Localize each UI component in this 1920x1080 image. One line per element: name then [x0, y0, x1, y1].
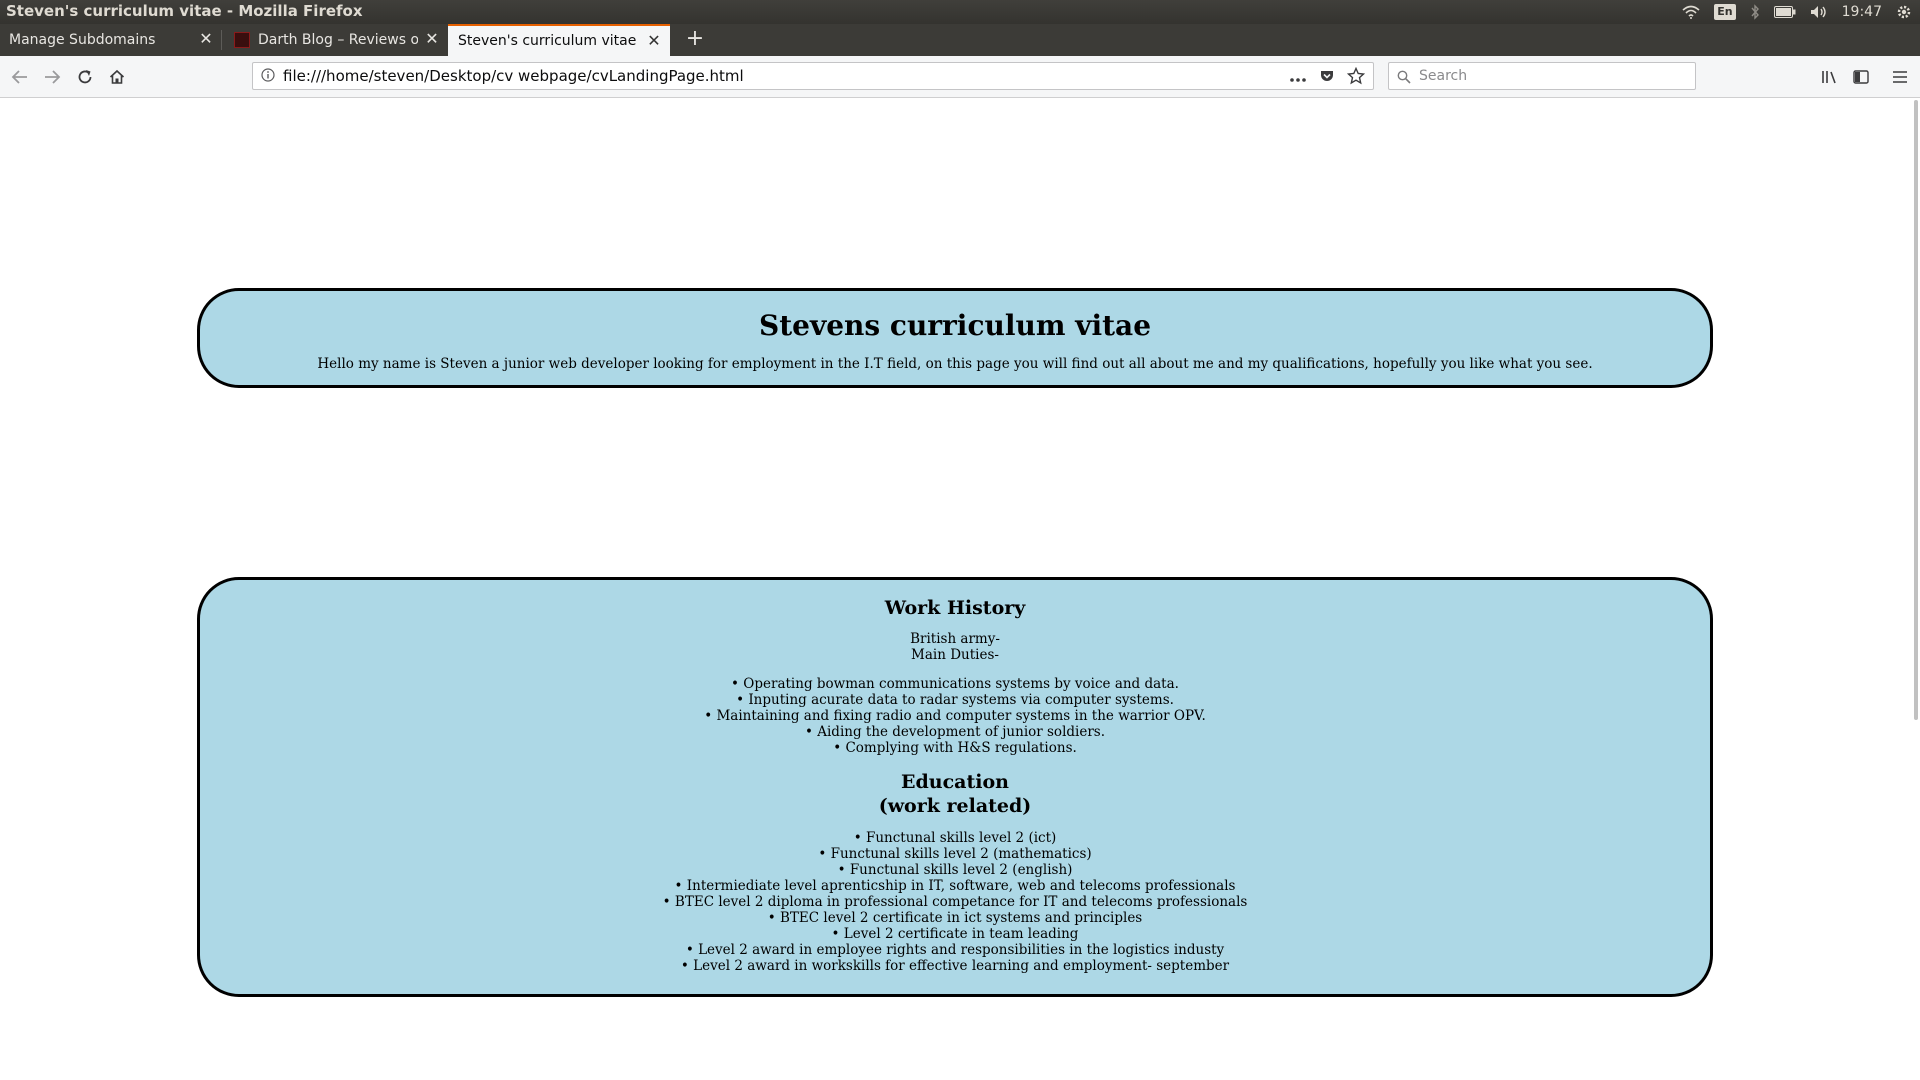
- tab-label: Darth Blog – Reviews of: [258, 32, 418, 48]
- back-button[interactable]: [9, 66, 31, 88]
- url-text[interactable]: file:///home/steven/Desktop/cv webpage/c…: [283, 67, 744, 85]
- new-tab-button[interactable]: +: [680, 24, 710, 56]
- system-top-bar: Steven's curriculum vitae - Mozilla Fire…: [0, 0, 1920, 24]
- tab-manage-subdomains[interactable]: Manage Subdomains ✕: [0, 24, 222, 56]
- list-item: • Maintaining and fixing radio and compu…: [704, 708, 1206, 724]
- search-input[interactable]: [1419, 66, 1689, 86]
- list-item: • Inputing acurate data to radar systems…: [736, 692, 1174, 708]
- library-button[interactable]: [1820, 67, 1840, 87]
- list-item: • Aiding the development of junior soldi…: [804, 724, 1106, 740]
- clock[interactable]: 19:47: [1842, 4, 1882, 20]
- bookmark-star-icon[interactable]: [1346, 66, 1366, 89]
- list-item: • Level 2 award in employee rights and r…: [685, 942, 1225, 958]
- home-button[interactable]: [106, 66, 128, 88]
- forward-button[interactable]: [41, 66, 63, 88]
- list-item: • Complying with H&S regulations.: [833, 740, 1077, 756]
- tab-label: Steven's curriculum vitae: [458, 33, 637, 49]
- back-arrow-icon: [11, 70, 27, 84]
- navigation-toolbar: file:///home/steven/Desktop/cv webpage/c…: [0, 56, 1920, 98]
- list-item: • Level 2 certificate in team leading: [831, 926, 1079, 942]
- scrollbar-thumb[interactable]: [1914, 100, 1918, 720]
- sidebar-button[interactable]: [1851, 67, 1871, 87]
- tab-darth-blog[interactable]: Darth Blog – Reviews of ✕: [222, 24, 448, 56]
- hamburger-menu-button[interactable]: [1890, 67, 1910, 87]
- page-scrollbar[interactable]: [1908, 98, 1920, 1080]
- work-history-heading: Work History: [884, 597, 1026, 619]
- forward-arrow-icon: [45, 70, 61, 84]
- reload-button[interactable]: [74, 66, 96, 88]
- page-viewport: Stevens curriculum vitae Hello my name i…: [0, 98, 1920, 1080]
- window-title: Steven's curriculum vitae - Mozilla Fire…: [6, 2, 363, 20]
- education-heading: Education (work related): [200, 770, 1710, 818]
- system-tray: En 19:47: [1682, 0, 1912, 24]
- address-bar[interactable]: file:///home/steven/Desktop/cv webpage/c…: [252, 62, 1374, 90]
- tab-strip: Manage Subdomains ✕ Darth Blog – Reviews…: [0, 24, 1920, 56]
- intro-text: Hello my name is Steven a junior web dev…: [317, 356, 1593, 372]
- keyboard-language-indicator[interactable]: En: [1714, 4, 1736, 20]
- info-icon[interactable]: [261, 68, 275, 86]
- reload-icon: [78, 70, 92, 84]
- hamburger-menu-icon: [1893, 71, 1907, 83]
- main-duties-label: Main Duties-: [911, 647, 999, 663]
- tab-label: Manage Subdomains: [9, 32, 156, 48]
- employer-block: British army- Main Duties-: [200, 631, 1710, 663]
- close-icon[interactable]: ✕: [198, 31, 214, 47]
- close-icon[interactable]: ✕: [424, 31, 440, 47]
- home-icon: [109, 69, 125, 84]
- list-item: • Functunal skills level 2 (ict): [853, 830, 1057, 846]
- list-item: • Functunal skills level 2 (english): [837, 862, 1073, 878]
- search-bar[interactable]: [1388, 62, 1696, 90]
- list-item: • Intermiediate level aprenticship in IT…: [674, 878, 1236, 894]
- library-icon: [1822, 71, 1836, 84]
- list-item: • Functunal skills level 2 (mathematics): [818, 846, 1092, 862]
- list-item: • Operating bowman communications system…: [731, 676, 1179, 692]
- search-icon: [1397, 69, 1411, 88]
- page-actions-menu-icon[interactable]: [1289, 69, 1307, 87]
- page-actions: [1289, 66, 1366, 89]
- education-list: • Functunal skills level 2 (ict) • Funct…: [200, 830, 1710, 974]
- bluetooth-icon[interactable]: [1750, 4, 1760, 20]
- gear-icon[interactable]: [1896, 4, 1912, 20]
- close-icon[interactable]: ✕: [646, 33, 662, 49]
- list-item: • Level 2 award in workskills for effect…: [680, 958, 1230, 974]
- page-title: Stevens curriculum vitae: [758, 309, 1152, 342]
- duties-list: • Operating bowman communications system…: [200, 676, 1710, 756]
- sidebar-icon: [1853, 70, 1869, 84]
- pocket-icon[interactable]: [1319, 68, 1335, 88]
- work-history-panel: Work History British army- Main Duties- …: [197, 577, 1713, 997]
- volume-icon[interactable]: [1810, 5, 1828, 19]
- tab-stevens-cv[interactable]: Steven's curriculum vitae ✕: [448, 24, 670, 56]
- education-heading-line1: Education: [901, 771, 1009, 793]
- list-item: • BTEC level 2 certificate in ict system…: [767, 910, 1143, 926]
- wifi-icon[interactable]: [1682, 5, 1700, 19]
- battery-icon[interactable]: [1773, 6, 1796, 18]
- employer-name: British army-: [910, 631, 1000, 647]
- intro-panel: Stevens curriculum vitae Hello my name i…: [197, 288, 1713, 388]
- list-item: • BTEC level 2 diploma in professional c…: [662, 894, 1248, 910]
- education-heading-line2: (work related): [878, 795, 1032, 817]
- site-favicon-icon: [234, 32, 250, 48]
